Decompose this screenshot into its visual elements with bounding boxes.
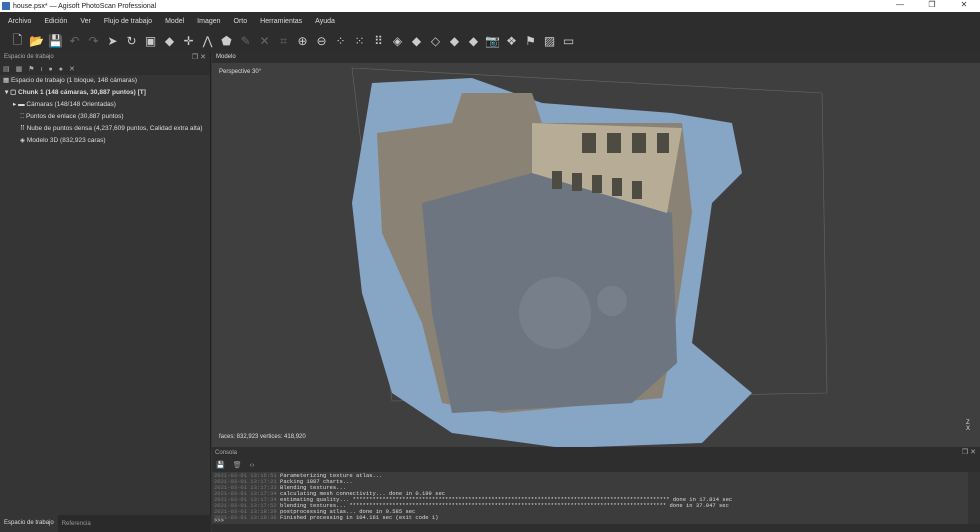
add-photos-icon[interactable]: ▦ bbox=[16, 65, 23, 73]
dense-cloud-icon[interactable]: ⠿ bbox=[369, 34, 388, 48]
remove-icon[interactable]: ✕ bbox=[69, 65, 75, 73]
select-arrow-icon[interactable]: ➤ bbox=[103, 34, 122, 48]
log-line: 2021-03-01 13:18:36 Finished processing … bbox=[214, 515, 966, 521]
menu-edición[interactable]: Edición bbox=[44, 18, 67, 25]
menu-herramientas[interactable]: Herramientas bbox=[260, 18, 302, 25]
disable-icon[interactable]: ● bbox=[59, 66, 63, 73]
tree-chunk[interactable]: ▾ ▢ Chunk 1 (148 cámaras, 30,887 puntos)… bbox=[0, 87, 210, 99]
float-close-icon[interactable]: ❐ ✕ bbox=[962, 448, 976, 456]
mesh-circle bbox=[519, 277, 591, 349]
float-close-icon[interactable]: ❐ ✕ bbox=[192, 53, 206, 61]
mesh-icon[interactable]: ◈ bbox=[388, 34, 407, 48]
pencil-icon[interactable]: ✎ bbox=[236, 34, 255, 48]
tree-item-cameras[interactable]: ▸ ▬ Cámaras (148/148 Orientadas) bbox=[0, 99, 210, 111]
panel-title: Espacio de trabajo bbox=[4, 54, 54, 60]
camera-icon[interactable]: 📷 bbox=[483, 34, 502, 48]
open-icon[interactable]: 📂 bbox=[27, 34, 46, 48]
enable-icon[interactable]: ● bbox=[48, 66, 52, 73]
tree-root[interactable]: ▦ Espacio de trabajo (1 bloque, 148 cáma… bbox=[0, 75, 210, 87]
log-message: Finished processing in 104.161 sec (exit… bbox=[280, 514, 439, 521]
navigation-icon[interactable]: ◆ bbox=[160, 34, 179, 48]
shaded-icon[interactable]: ◆ bbox=[445, 34, 464, 48]
panel-tabs: Espacio de trabajo Referencia bbox=[0, 515, 211, 532]
clear-log-icon[interactable]: 🗑 bbox=[233, 461, 242, 469]
workspace-panel: Espacio de trabajo ❐ ✕ ▤ ▦ ⚑ ı ● ● ✕ ▦ Espacio … bbox=[0, 52, 211, 515]
grid-icon[interactable]: ⁙ bbox=[350, 34, 369, 48]
ruler-icon[interactable]: ⋀ bbox=[198, 34, 217, 48]
console-title: Consola bbox=[215, 450, 238, 456]
3d-model-render[interactable] bbox=[212, 63, 980, 447]
toolbar: 🗋 📂 💾 ↶ ↷ ➤ ↻ ▣ ◆ ✛ ⋀ ⬟ ✎ ✕ ⌗ ⊕ ⊖ ⁘ ⁙ ⠿ ◈ ◆ ◇ ◆ ◆ 📷 ❖ ⚑ ▨ ▭ bbox=[0, 30, 980, 52]
axis-indicator: ZX bbox=[966, 420, 970, 432]
menu-model[interactable]: Model bbox=[165, 18, 184, 25]
redo-icon[interactable]: ↷ bbox=[84, 34, 103, 48]
menu-ver[interactable]: Ver bbox=[80, 18, 91, 25]
mesh-circle-small bbox=[597, 286, 627, 316]
panel-icon[interactable]: ▭ bbox=[559, 34, 578, 48]
menu-orto[interactable]: Orto bbox=[234, 18, 248, 25]
run-script-icon[interactable]: ‹› bbox=[250, 462, 255, 469]
menu-ayuda[interactable]: Ayuda bbox=[315, 18, 335, 25]
maximize-button[interactable]: ❐ bbox=[916, 0, 948, 9]
dense-cloud-label: Nube de puntos densa (4,237,609 puntos, … bbox=[26, 125, 203, 132]
zoom-in-icon[interactable]: ⊕ bbox=[293, 34, 312, 48]
app-icon bbox=[2, 2, 10, 10]
crop-icon[interactable]: ⌗ bbox=[274, 34, 293, 49]
console-scrollbar[interactable] bbox=[968, 472, 980, 524]
tab-model[interactable]: Modelo bbox=[212, 52, 980, 63]
save-log-icon[interactable]: 💾 bbox=[216, 461, 225, 469]
minimize-button[interactable]: — bbox=[884, 0, 916, 9]
point-icon[interactable]: ✛ bbox=[179, 34, 198, 48]
cameras-label: Cámaras (148/148 Orientadas) bbox=[26, 101, 116, 108]
save-icon[interactable]: 💾 bbox=[46, 34, 65, 48]
flag-icon[interactable]: ⚑ bbox=[521, 34, 540, 48]
tree-chunk-label: Chunk 1 (148 cámaras, 30,887 puntos) [T] bbox=[18, 89, 146, 96]
axis-x-label: X bbox=[965, 426, 970, 432]
tree-item-tie-points[interactable]: ⁚⁚ Puntos de enlace (30,887 puntos) bbox=[0, 111, 210, 123]
undo-icon[interactable]: ↶ bbox=[65, 34, 84, 48]
panel-header: Espacio de trabajo ❐ ✕ bbox=[0, 52, 210, 63]
image-icon[interactable]: ▨ bbox=[540, 34, 559, 48]
close-button[interactable]: ✕ bbox=[948, 0, 980, 9]
rectangle-select-icon[interactable]: ▣ bbox=[141, 34, 160, 48]
rotate-icon[interactable]: ↻ bbox=[122, 34, 141, 48]
model-label: Modelo 3D (832,923 caras) bbox=[26, 137, 106, 144]
delete-icon[interactable]: ✕ bbox=[255, 34, 274, 48]
zoom-out-icon[interactable]: ⊖ bbox=[312, 34, 331, 48]
menu-archivo[interactable]: Archivo bbox=[8, 18, 31, 25]
window-title: house.psx* — Agisoft PhotoScan Professio… bbox=[13, 2, 157, 10]
new-icon[interactable]: 🗋 bbox=[8, 31, 27, 52]
textured-icon[interactable]: ◆ bbox=[464, 34, 483, 48]
console-prompt[interactable]: >>> bbox=[214, 517, 224, 524]
add-marker-icon[interactable]: ⚑ bbox=[28, 65, 34, 73]
tree-item-model[interactable]: ◈ Modelo 3D (832,923 caras) bbox=[0, 135, 210, 147]
console-panel: Consola ❐ ✕ 💾 🗑 ‹› 2021-03-01 13:16:51 Para… bbox=[212, 447, 980, 532]
scale-icon[interactable]: ı bbox=[41, 66, 43, 73]
tab-reference[interactable]: Referencia bbox=[58, 521, 95, 527]
menu-flujo-de-trabajo[interactable]: Flujo de trabajo bbox=[104, 18, 152, 25]
menu-bar: Archivo Edición Ver Flujo de trabajo Model Im… bbox=[0, 12, 980, 30]
title-bar: house.psx* — Agisoft PhotoScan Professio… bbox=[0, 0, 980, 12]
console-toolbar: 💾 🗑 ‹› bbox=[212, 459, 980, 471]
dots-icon[interactable]: ⁘ bbox=[331, 34, 350, 48]
solid-icon[interactable]: ◆ bbox=[407, 34, 426, 48]
wireframe-icon[interactable]: ◇ bbox=[426, 34, 445, 48]
console-log: 2021-03-01 13:16:51 Parameterizing textu… bbox=[212, 472, 968, 524]
mesh-stats: faces: 832,923 vertices: 418,920 bbox=[219, 434, 306, 440]
tab-workspace[interactable]: Espacio de trabajo bbox=[0, 515, 58, 532]
model-view[interactable]: Modelo Perspective 30° faces: 832,923 ve… bbox=[212, 52, 980, 447]
projection-label: Perspective 30° bbox=[219, 69, 262, 75]
console-header: Consola ❐ ✕ bbox=[212, 447, 980, 459]
menu-imagen[interactable]: Imagen bbox=[197, 18, 220, 25]
tree-item-dense-cloud[interactable]: ⠿ Nube de puntos densa (4,237,609 puntos… bbox=[0, 123, 210, 135]
polygon-icon[interactable]: ⬟ bbox=[217, 34, 236, 48]
shapes-icon[interactable]: ❖ bbox=[502, 34, 521, 48]
tree-root-label: Espacio de trabajo (1 bloque, 148 cámara… bbox=[10, 77, 138, 84]
add-chunk-icon[interactable]: ▤ bbox=[3, 65, 10, 73]
panel-toolbar: ▤ ▦ ⚑ ı ● ● ✕ bbox=[0, 63, 210, 75]
tie-points-label: Puntos de enlace (30,887 puntos) bbox=[25, 113, 124, 120]
